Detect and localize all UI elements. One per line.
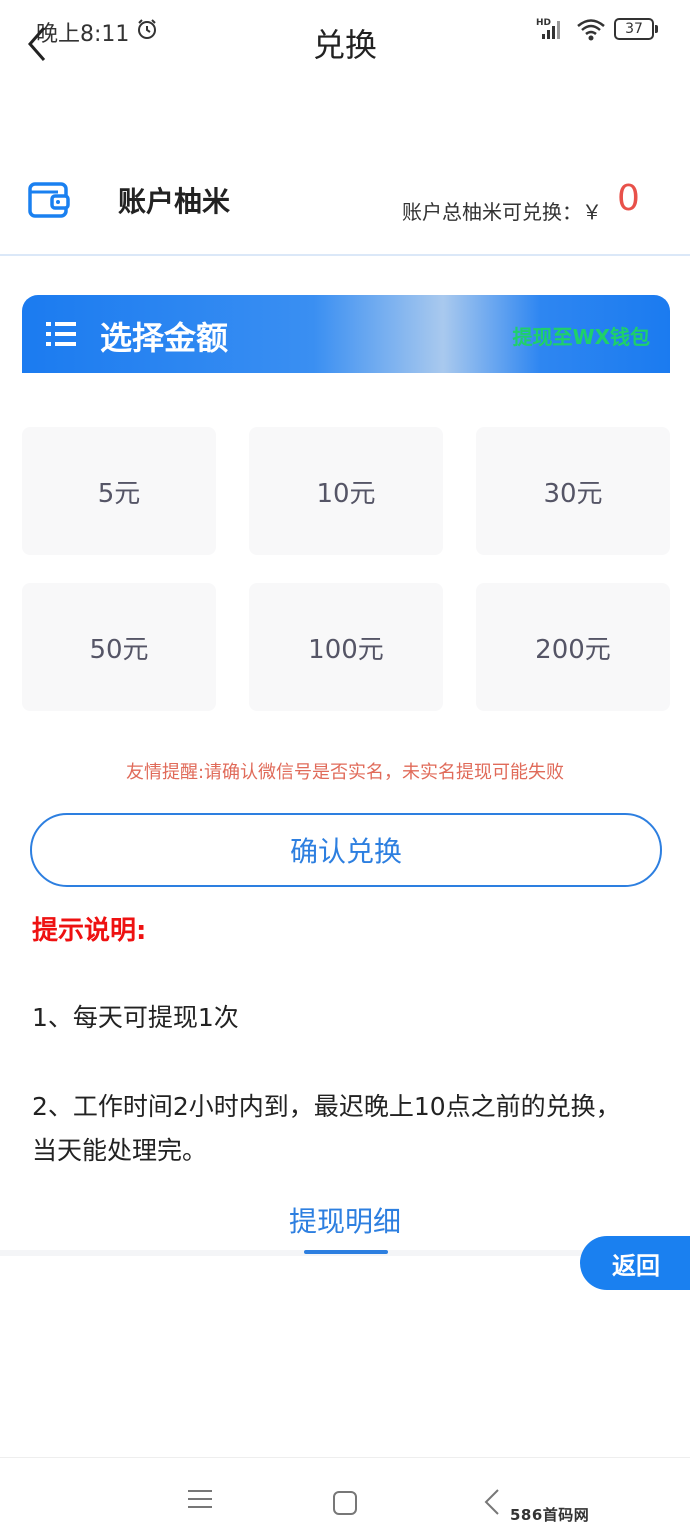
tips-title: 提示说明: (32, 916, 147, 946)
tip-line-1: 1、每天可提现1次 (32, 1003, 239, 1032)
tab-underline (304, 1250, 388, 1254)
amount-option-100[interactable]: 100元 (249, 583, 443, 711)
confirm-exchange-button[interactable]: 确认兑换 (30, 813, 662, 887)
amount-option-30[interactable]: 30元 (476, 427, 670, 555)
realname-reminder: 友情提醒:请确认微信号是否实名，未实名提现可能失败 (125, 762, 565, 783)
back-icon[interactable] (482, 1488, 502, 1516)
float-back-button[interactable]: 返回 (580, 1236, 690, 1290)
amount-grid: 5元 10元 30元 50元 100元 200元 (22, 427, 670, 712)
wallet-icon (28, 182, 70, 218)
account-label: 账户柚米 (118, 185, 231, 218)
banner-title: 选择金额 (100, 319, 229, 357)
withdraw-to-wx-link[interactable]: 提现至WX钱包 (513, 321, 650, 350)
amount-option-50[interactable]: 50元 (22, 583, 216, 711)
tip-line-2: 2、工作时间2小时内到，最迟晚上10点之前的兑换，当天能处理完。 (32, 1092, 621, 1165)
select-amount-banner: 选择金额 提现至WX钱包 (22, 295, 670, 373)
menu-icon[interactable] (188, 1488, 212, 1510)
system-nav-bar: 586首码网 www.h586.com (0, 1457, 690, 1527)
home-icon[interactable] (333, 1491, 357, 1515)
amount-option-10[interactable]: 10元 (249, 427, 443, 555)
amount-option-200[interactable]: 200元 (476, 583, 670, 711)
amount-option-5[interactable]: 5元 (22, 427, 216, 555)
watermark: 586首码网 www.h586.com (510, 1506, 644, 1527)
tab-withdraw-details[interactable]: 提现明细 (0, 1200, 690, 1240)
account-summary: 账户柚米 账户总柚米可兑换：￥ 0 (0, 160, 690, 256)
total-label: 账户总柚米可兑换：￥ (402, 200, 602, 224)
page-title: 兑换 (312, 26, 377, 64)
list-icon (46, 322, 76, 346)
total-value: 0 (617, 178, 640, 219)
